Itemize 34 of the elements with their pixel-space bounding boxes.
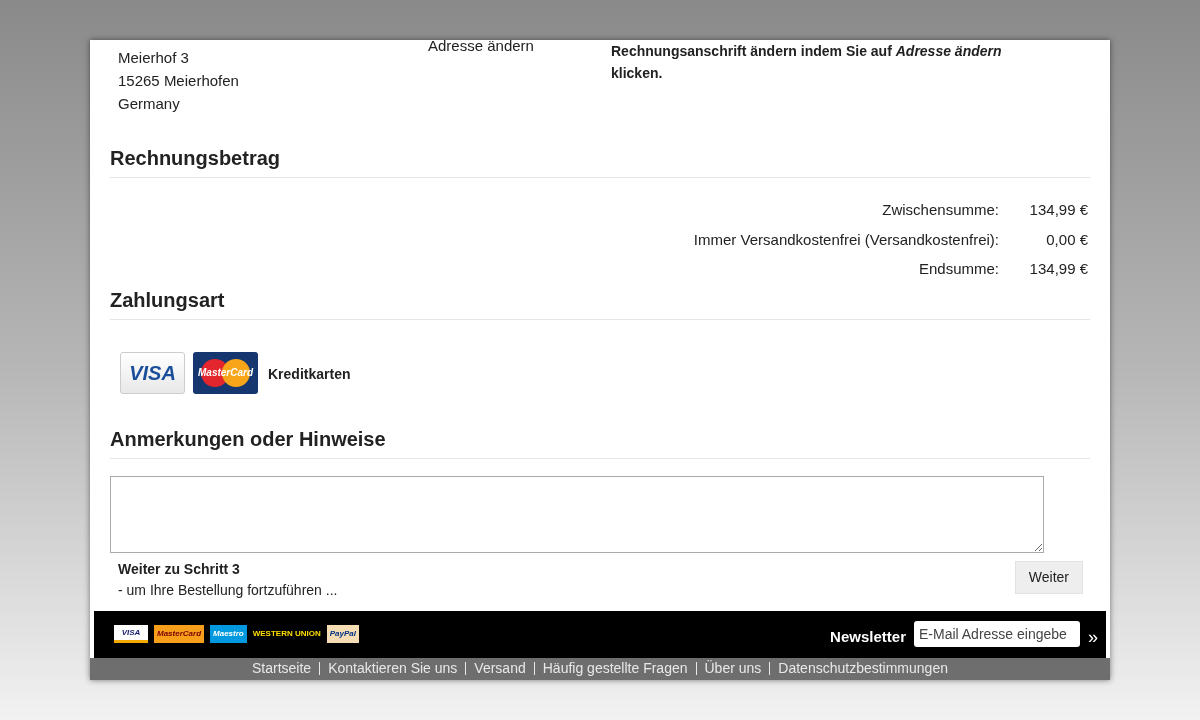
payment-method-label: Kreditkarten bbox=[268, 364, 351, 384]
next-step-subtitle: - um Ihre Bestellung fortzuführen ... bbox=[118, 580, 338, 600]
maestro-logo: Maestro bbox=[210, 625, 247, 643]
footer-link[interactable]: Häufig gestellte Fragen bbox=[542, 658, 688, 679]
notes-field[interactable] bbox=[110, 475, 1044, 553]
western-union-logo: WESTERN UNION bbox=[252, 628, 321, 640]
address-line: Meierhof 3 bbox=[118, 48, 190, 68]
section-heading: Rechnungsbetrag bbox=[110, 143, 1090, 178]
visa-logo: VISA bbox=[114, 625, 148, 643]
total-value: 134,99 € bbox=[1028, 259, 1088, 279]
next-step-title: Weiter zu Schritt 3 bbox=[118, 559, 241, 579]
total-label: Immer Versandkostenfrei (Versandkostenfrei): bbox=[693, 229, 999, 250]
email-field[interactable]: E-Mail Adresse eingebe bbox=[914, 621, 1080, 647]
total-value: 134,99 € bbox=[1028, 200, 1088, 220]
footer-link[interactable]: Datenschutzbestimmungen bbox=[778, 658, 948, 679]
address-line: 15265 Meierhofen bbox=[118, 71, 240, 91]
continue-button[interactable]: Weiter bbox=[1014, 560, 1083, 594]
mastercard-logo: MasterCard bbox=[154, 625, 204, 643]
paypal-logo: PayPal bbox=[326, 625, 359, 643]
total-label: Endsumme: bbox=[918, 259, 999, 279]
visa-logo: VISA bbox=[120, 351, 185, 394]
section-heading: Anmerkungen oder Hinweise bbox=[110, 423, 1090, 459]
change-address-link[interactable]: Adresse ändern bbox=[428, 37, 534, 54]
newsletter-label: Newsletter bbox=[830, 626, 906, 647]
footer-link[interactable]: Kontaktieren Sie uns bbox=[328, 658, 458, 679]
footer-link[interactable]: Über uns bbox=[704, 658, 762, 679]
footer-link[interactable]: Startseite bbox=[252, 658, 312, 679]
address-line: Germany bbox=[118, 94, 181, 114]
newsletter-submit-button[interactable]: » bbox=[1088, 623, 1098, 651]
total-label: Zwischensumme: bbox=[882, 200, 999, 220]
footer-link[interactable]: Versand bbox=[474, 658, 526, 679]
section-heading: Zahlungsart bbox=[110, 284, 1090, 320]
total-value: 0,00 € bbox=[1045, 229, 1088, 250]
address-note: Rechnungsanschrift ändern indem Sie auf Adresse ändern klicken. bbox=[611, 42, 1003, 83]
